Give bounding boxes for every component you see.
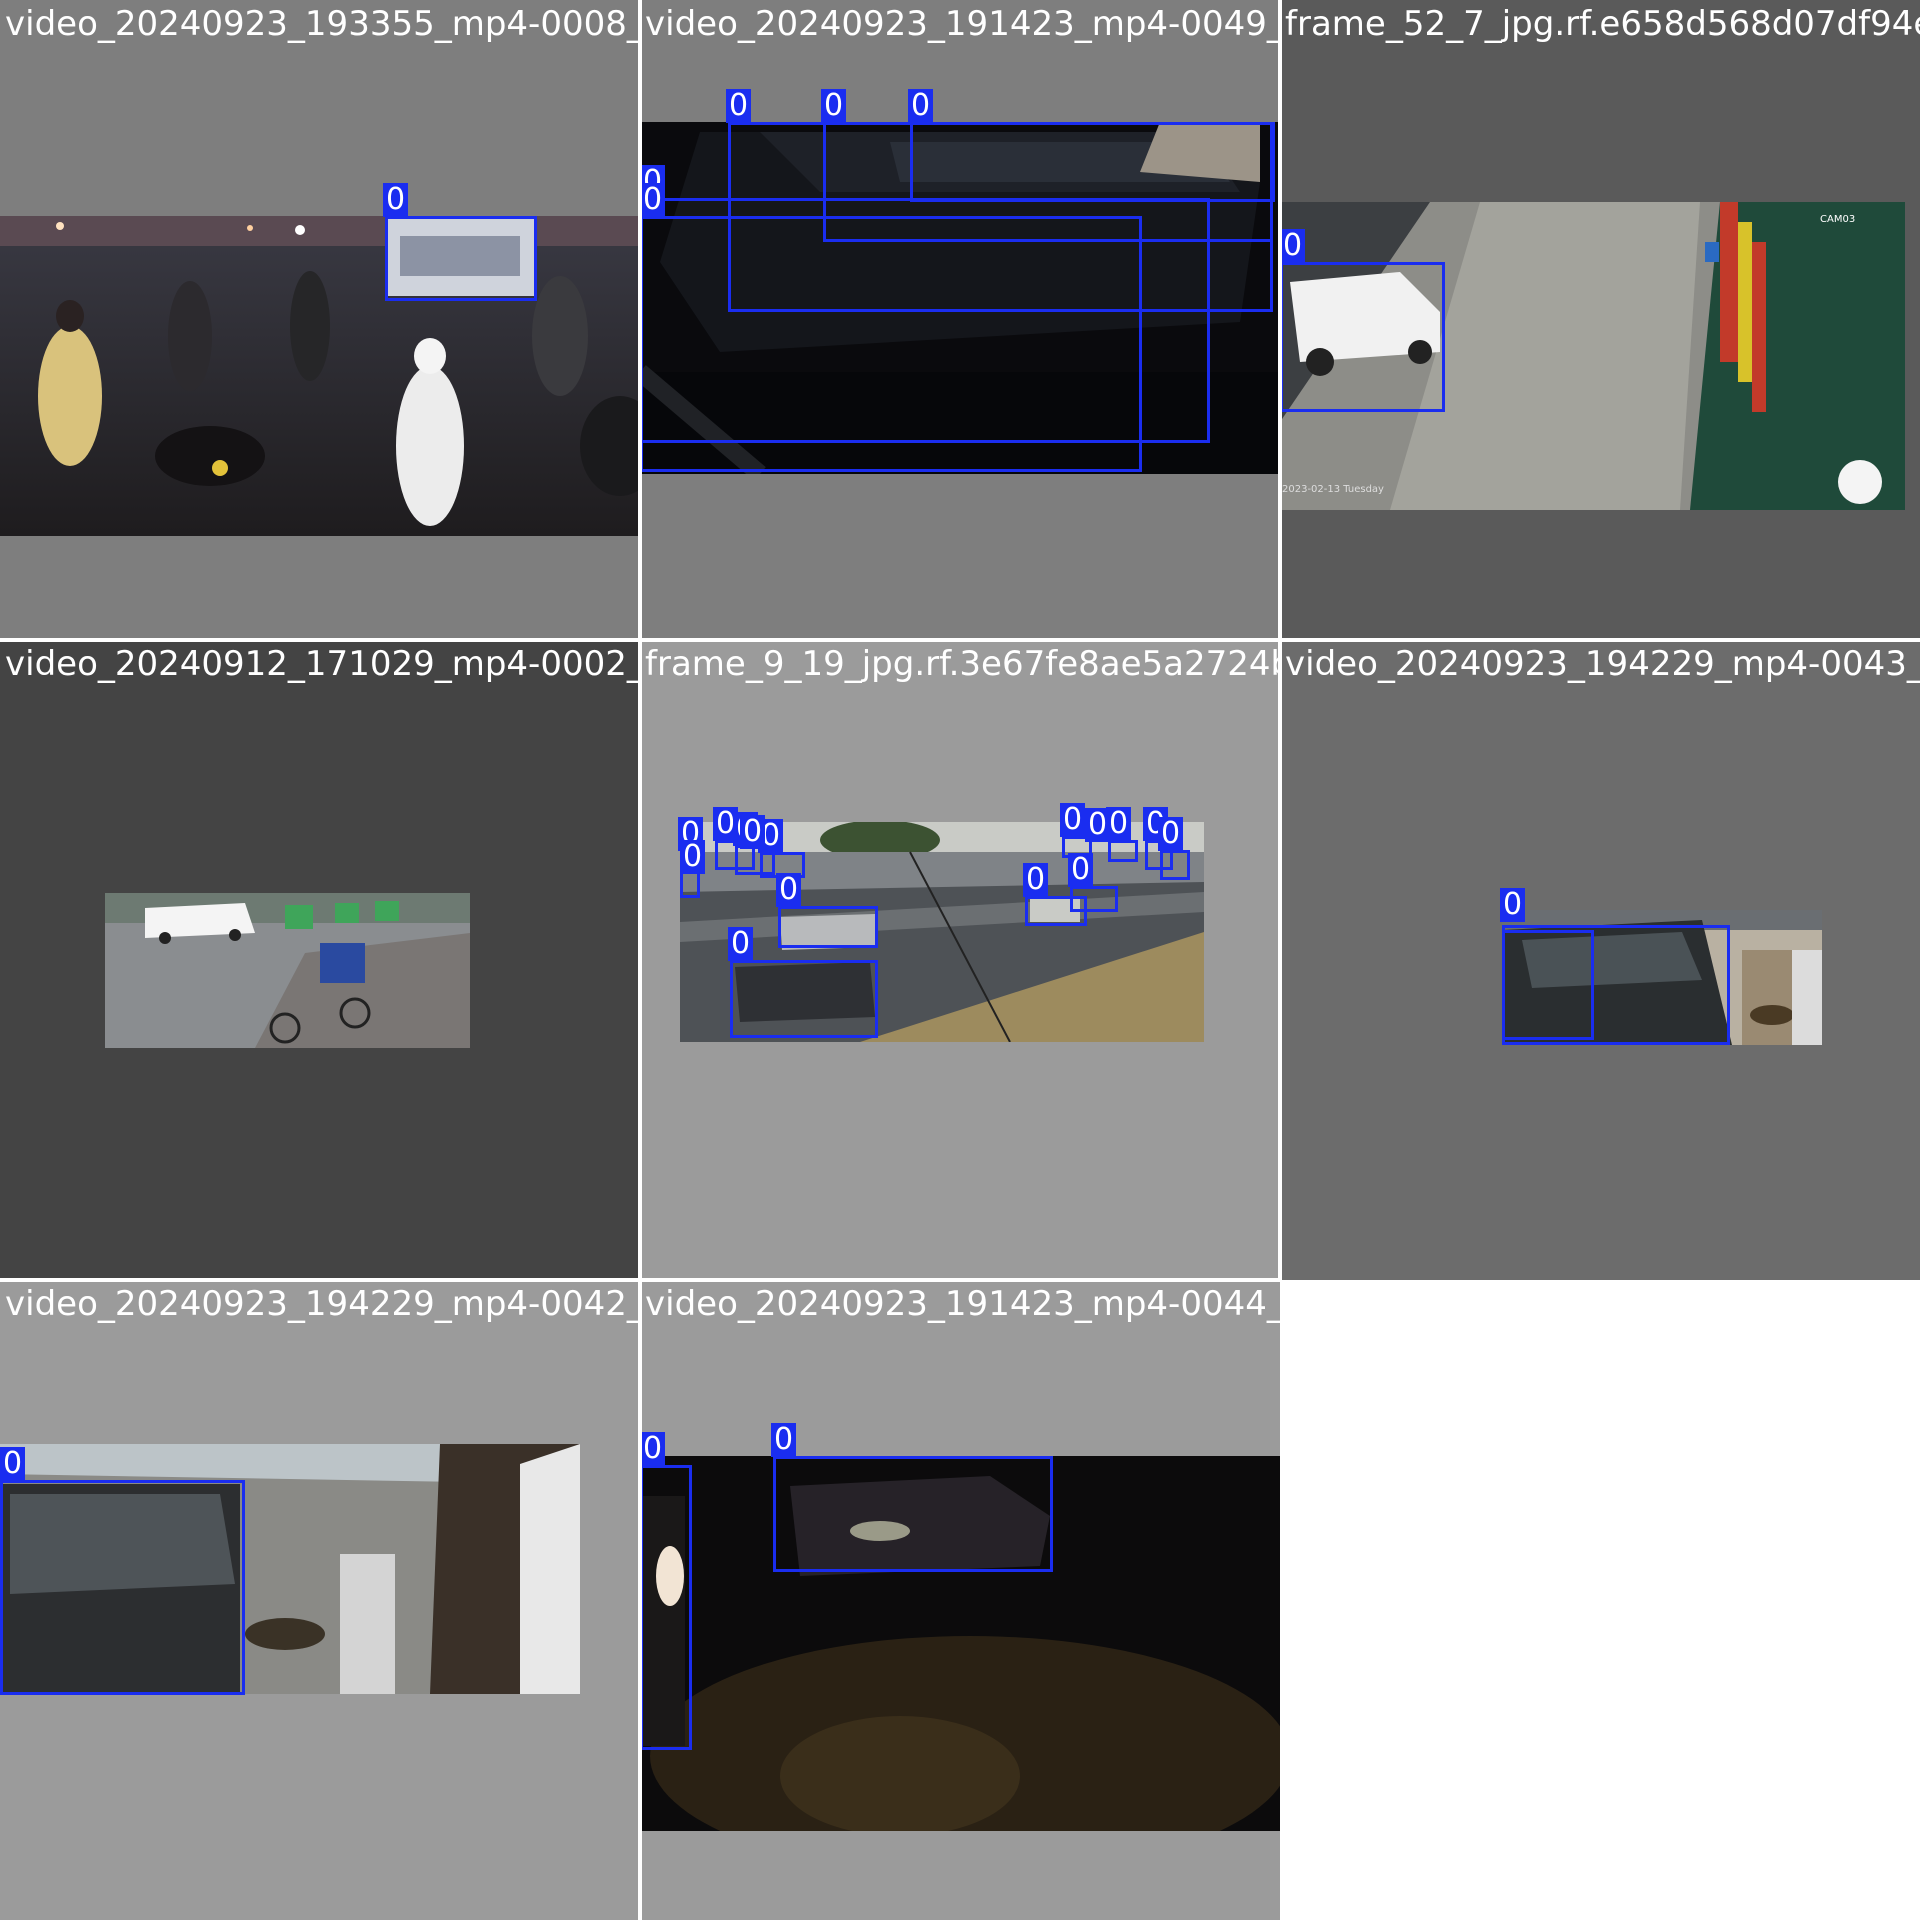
detection-label: 0 [640, 183, 666, 217]
detection-label: 0 [1085, 808, 1111, 842]
night-street-crowd-photo [0, 216, 640, 536]
detection-label: 0 [908, 89, 934, 123]
mosaic-cell: 0 video_20240923_194229_mp4-0042_jpg.rf.… [0, 1280, 640, 1920]
camera-id-text: CAM03 [1820, 214, 1855, 225]
mosaic-cell: 0 0 0 0 0 0 0 0 0 0 0 0 0 0 0 frame_9_19… [640, 640, 1280, 1280]
image-filename: video_20240923_191423_mp4-0044_jpg.rf.65 [645, 1284, 1280, 1324]
detection-box [730, 960, 878, 1038]
detection-box [1070, 886, 1118, 912]
detection-box [778, 906, 878, 948]
image-filename: video_20240923_194229_mp4-0042_jpg.rf.62 [5, 1284, 640, 1324]
mosaic-cell: 0 0 0 0 0 video_20240923_191423_mp4-0049… [640, 0, 1280, 640]
detection-label: 0 [0, 1447, 26, 1481]
detection-label: 0 [771, 1423, 797, 1457]
image-filename: video_20240923_193355_mp4-0008_jpg.rf.32 [5, 4, 640, 44]
mosaic-cell: 0 video_20240923_194229_mp4-0043_ [1280, 640, 1920, 1280]
detection-label: 0 [728, 927, 754, 961]
detection-box [910, 122, 1275, 202]
grid-divider [0, 1278, 1280, 1282]
empty-mosaic-cell [1280, 1280, 1920, 1920]
image-filename: video_20240912_171029_mp4-0002_jpg.rf.97 [5, 644, 640, 684]
timestamp-text: 2023-02-13 Tuesday [1282, 484, 1384, 495]
mosaic-cell: 0 0 video_20240923_191423_mp4-0044_jpg.r… [640, 1280, 1280, 1920]
grid-divider [0, 638, 1920, 642]
detection-box [1502, 930, 1594, 1040]
detection-box [1280, 262, 1445, 412]
detection-box [1160, 850, 1190, 880]
detection-label: 0 [1500, 888, 1526, 922]
detection-label: 0 [1280, 229, 1306, 263]
detection-box [0, 1480, 245, 1695]
detection-mosaic: 0 video_20240923_193355_mp4-0008_jpg.rf.… [0, 0, 1920, 1920]
detection-label: 0 [1158, 817, 1184, 851]
detection-label: 0 [383, 183, 409, 217]
image-filename: video_20240923_191423_mp4-0049_jpg.rf.45 [645, 4, 1280, 44]
detection-box [640, 1465, 692, 1750]
detection-box [1108, 840, 1138, 862]
image-filename: video_20240923_194229_mp4-0043_ [1285, 644, 1920, 684]
detection-label: 0 [776, 873, 802, 907]
detection-box [640, 216, 1142, 472]
mosaic-cell: CAM03 2023-02-13 Tuesday 0 frame_52_7_jp… [1280, 0, 1920, 640]
detection-label: 0 [1060, 803, 1086, 837]
mosaic-cell: 0 video_20240923_193355_mp4-0008_jpg.rf.… [0, 0, 640, 640]
detection-label: 0 [680, 840, 706, 874]
detection-box [385, 216, 537, 301]
detection-label: 0 [821, 89, 847, 123]
mosaic-cell: video_20240912_171029_mp4-0002_jpg.rf.97 [0, 640, 640, 1280]
daytime-street-photo [105, 893, 470, 1048]
detection-label: 0 [640, 1432, 666, 1466]
detection-label: 0 [726, 89, 752, 123]
image-filename: frame_9_19_jpg.rf.3e67fe8ae5a2724b5d2242 [645, 644, 1280, 684]
detection-label: 0 [740, 815, 766, 849]
image-filename: frame_52_7_jpg.rf.e658d568d07df94e [1285, 4, 1920, 44]
grid-divider [638, 0, 642, 1920]
detection-label: 0 [1068, 853, 1094, 887]
detection-box [773, 1456, 1053, 1572]
detection-label: 0 [1023, 863, 1049, 897]
